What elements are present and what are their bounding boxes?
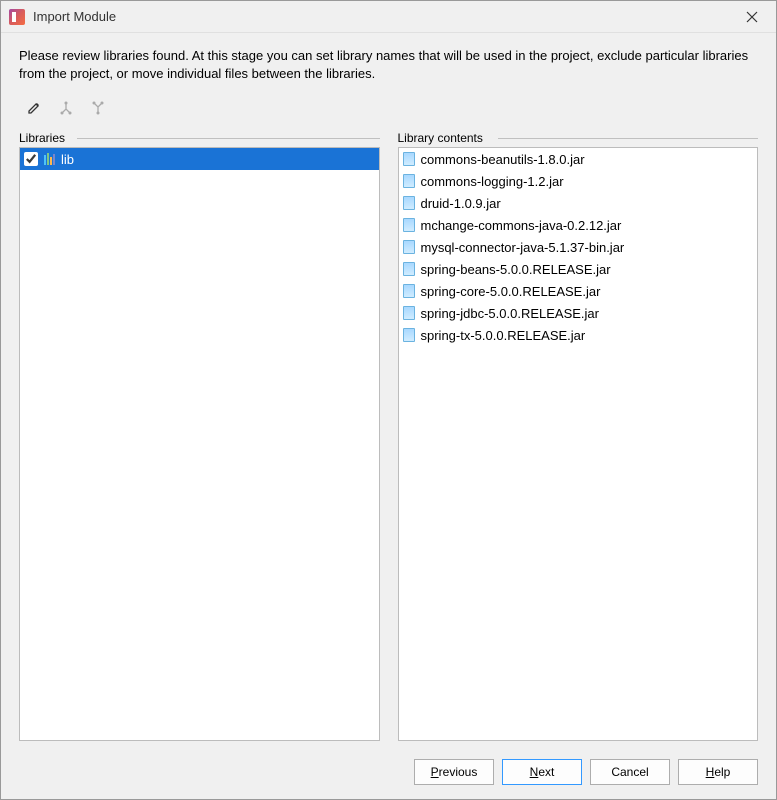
split-icon [59,101,73,115]
file-name: commons-logging-1.2.jar [421,174,564,189]
archive-icon [403,262,415,276]
file-name: mchange-commons-java-0.2.12.jar [421,218,622,233]
next-button[interactable]: Next [502,759,582,785]
archive-icon [403,328,415,342]
previous-button[interactable]: Previous [414,759,494,785]
file-item[interactable]: spring-beans-5.0.0.RELEASE.jar [399,258,758,280]
library-icon [44,153,55,165]
library-checkbox[interactable] [24,152,38,166]
contents-panel: Library contents commons-beanutils-1.8.0… [398,131,759,741]
app-icon [9,9,25,25]
file-name: commons-beanutils-1.8.0.jar [421,152,585,167]
archive-icon [403,152,415,166]
contents-label: Library contents [398,131,759,145]
libraries-panel: Libraries lib [19,131,380,741]
archive-icon [403,218,415,232]
archive-icon [403,196,415,210]
file-item[interactable]: mysql-connector-java-5.1.37-bin.jar [399,236,758,258]
file-name: druid-1.0.9.jar [421,196,501,211]
file-item[interactable]: mchange-commons-java-0.2.12.jar [399,214,758,236]
pencil-icon [27,101,41,115]
merge-button[interactable] [89,99,107,117]
close-button[interactable] [736,5,768,29]
file-name: spring-jdbc-5.0.0.RELEASE.jar [421,306,599,321]
split-button[interactable] [57,99,75,117]
file-item[interactable]: commons-logging-1.2.jar [399,170,758,192]
file-item[interactable]: spring-core-5.0.0.RELEASE.jar [399,280,758,302]
libraries-list[interactable]: lib [19,147,380,741]
archive-icon [403,240,415,254]
file-name: mysql-connector-java-5.1.37-bin.jar [421,240,625,255]
window-title: Import Module [33,9,116,24]
library-item[interactable]: lib [20,148,379,170]
file-name: spring-core-5.0.0.RELEASE.jar [421,284,601,299]
merge-icon [91,101,105,115]
library-name: lib [61,152,74,167]
archive-icon [403,306,415,320]
titlebar: Import Module [1,1,776,33]
file-item[interactable]: commons-beanutils-1.8.0.jar [399,148,758,170]
archive-icon [403,174,415,188]
footer: Previous Next Cancel Help [1,751,776,799]
panels: Libraries lib Library contents commons-b… [19,131,758,741]
rename-button[interactable] [25,99,43,117]
content-area: Please review libraries found. At this s… [1,33,776,751]
close-icon [746,11,758,23]
contents-list[interactable]: commons-beanutils-1.8.0.jar commons-loggi… [398,147,759,741]
file-item[interactable]: spring-tx-5.0.0.RELEASE.jar [399,324,758,346]
archive-icon [403,284,415,298]
libraries-label: Libraries [19,131,380,145]
file-item[interactable]: spring-jdbc-5.0.0.RELEASE.jar [399,302,758,324]
help-button[interactable]: Help [678,759,758,785]
dialog-window: Import Module Please review libraries fo… [0,0,777,800]
instruction-text: Please review libraries found. At this s… [19,47,758,83]
file-name: spring-tx-5.0.0.RELEASE.jar [421,328,586,343]
toolbar [19,99,758,117]
cancel-button[interactable]: Cancel [590,759,670,785]
file-name: spring-beans-5.0.0.RELEASE.jar [421,262,611,277]
file-item[interactable]: druid-1.0.9.jar [399,192,758,214]
